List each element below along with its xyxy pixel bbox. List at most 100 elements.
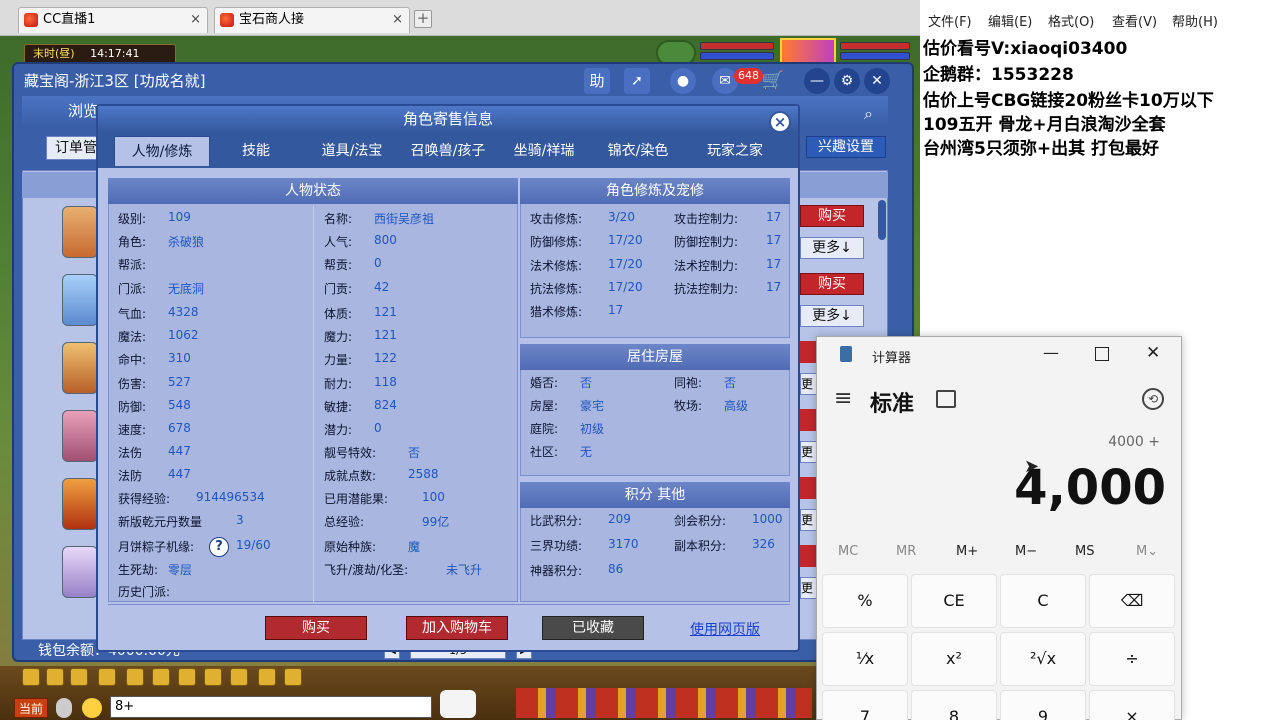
cultivation-panel-header: 角色修炼及宠修 [520,178,790,204]
square-root-button[interactable]: ²√x [1000,632,1086,686]
character-avatar[interactable] [62,274,98,326]
more-button[interactable]: 更多↓ [800,237,864,259]
emoji-icon[interactable] [82,698,102,718]
character-avatar[interactable] [62,410,98,462]
backspace-button[interactable]: ⌫ [1089,574,1175,628]
digit-8-button[interactable]: 8 [911,690,997,720]
square-button[interactable]: x² [911,632,997,686]
lock-icon[interactable] [178,668,196,686]
info-row: 猎术修炼: 17 [530,303,786,323]
keep-on-top-icon[interactable] [936,390,956,408]
cart-icon[interactable]: 🛒 [760,68,786,94]
settings-gear-icon[interactable]: ⚙ [834,68,860,94]
minimize-icon[interactable]: — [1043,343,1059,362]
menu-edit[interactable]: 编辑(E) [988,11,1032,30]
interest-settings-button[interactable]: 兴趣设置 [806,136,886,158]
digit-9-button[interactable]: 9 [1000,690,1086,720]
buy-button[interactable]: 购买 [800,273,864,295]
clear-button[interactable]: C [1000,574,1086,628]
more-button[interactable]: 更多↓ [800,305,864,327]
clear-entry-button[interactable]: CE [911,574,997,628]
help-button[interactable]: 助 [584,68,610,94]
brush-icon[interactable] [230,668,248,686]
percent-button[interactable]: % [822,574,908,628]
hamburger-menu-icon[interactable]: ≡ [834,386,852,411]
add-to-cart-button[interactable]: 加入购物车 [406,616,508,640]
history-icon[interactable]: ⟲ [1142,388,1164,410]
chat-input[interactable]: 8+ [110,696,432,718]
tab-pets[interactable]: 召唤兽/孩子 [402,136,494,166]
notepad-line[interactable]: 估价上号CBG链接20粉丝卡10万以下 [923,86,1214,111]
close-window-icon[interactable]: ✕ [864,68,890,94]
close-icon[interactable]: ✕ [1146,343,1160,363]
web-version-link[interactable]: 使用网页版 [690,619,760,639]
notepad-line[interactable]: 台州湾5只须弥+出其 打包最好 [923,134,1159,159]
new-tab-button[interactable]: + [414,10,432,28]
browse-tab[interactable]: 浏览 [68,100,98,121]
record-icon[interactable]: ● [670,68,696,94]
notepad-line[interactable]: 估价看号V:xiaoqi03400 [923,34,1127,59]
zoom-icon[interactable] [126,668,144,686]
chat-channel-button[interactable]: 当前 [14,698,48,718]
left-arrow-icon[interactable] [22,668,40,686]
notepad-line[interactable]: 企鹅群：1553228 [923,60,1074,85]
buy-button[interactable]: 购买 [265,616,367,640]
tab-outfits[interactable]: 锦衣/染色 [594,136,682,166]
tab-home[interactable]: 玩家之家 [690,136,780,166]
down-arrow-icon[interactable] [70,668,88,686]
info-label: 攻击控制力: [674,212,739,226]
up-arrow-icon[interactable] [46,668,64,686]
zoom-icon[interactable] [152,668,170,686]
divide-button[interactable]: ÷ [1089,632,1175,686]
menu-file[interactable]: 文件(F) [928,11,972,30]
scrollbar[interactable] [878,200,886,240]
notepad-line[interactable]: 109五开 骨龙+月白浪淘沙全套 [923,110,1166,135]
digit-7-button[interactable]: 7 [822,690,908,720]
memory-clear-button[interactable]: MC [838,544,858,559]
buy-button[interactable]: 购买 [800,205,864,227]
dropdown-icon[interactable] [284,668,302,686]
status-label: 门派: [118,282,147,296]
dialog-close-icon[interactable]: × [769,111,791,133]
character-avatar[interactable] [62,546,98,598]
pen-icon[interactable] [204,668,222,686]
close-tab-icon[interactable]: × [190,8,201,32]
maximize-icon[interactable] [1095,347,1109,361]
tab-skills[interactable]: 技能 [214,136,298,166]
pet-mascot-icon[interactable] [440,690,476,718]
reciprocal-button[interactable]: ¹⁄x [822,632,908,686]
menu-help[interactable]: 帮助(H) [1172,11,1218,30]
tab-mounts[interactable]: 坐骑/祥瑞 [498,136,590,166]
status-label: 名称: [324,212,353,226]
memory-store-button[interactable]: MS [1075,544,1094,559]
minimize-icon[interactable]: — [804,68,830,94]
close-tab-icon[interactable]: × [392,8,403,32]
menu-format[interactable]: 格式(O) [1048,11,1094,30]
order-management-button[interactable]: 订单管 [46,136,102,160]
microphone-icon[interactable] [56,698,72,718]
memory-add-button[interactable]: M+ [956,544,978,559]
character-avatar[interactable] [62,206,98,258]
share-icon[interactable]: ➚ [624,68,650,94]
note-icon[interactable] [258,668,276,686]
info-row: 防御修炼: 17/20 防御控制力: 17 [530,233,786,253]
character-avatar[interactable] [62,342,98,394]
memory-list-button[interactable]: M⌄ [1136,544,1158,559]
browser-tab-cc[interactable]: CC直播1 × [18,7,208,33]
memory-subtract-button[interactable]: M− [1015,544,1037,559]
skill-hotbar[interactable] [516,688,812,718]
menu-view[interactable]: 查看(V) [1112,11,1157,30]
status-value: 19/60 [236,538,271,552]
tab-label: CC直播1 [43,12,96,27]
tab-character[interactable]: 人物/修炼 [114,136,210,166]
search-icon[interactable]: ⌕ [864,104,882,123]
multiply-button[interactable]: × [1089,690,1175,720]
memory-recall-button[interactable]: MR [896,544,916,559]
browser-tab-gem[interactable]: 宝石商人接 × [214,7,410,33]
move-icon[interactable] [98,668,116,686]
help-question-icon[interactable]: ? [209,537,229,557]
tab-items[interactable]: 道具/法宝 [304,136,400,166]
status-value: 42 [374,280,390,294]
saved-button[interactable]: 已收藏 [542,616,644,640]
character-avatar[interactable] [62,478,98,530]
